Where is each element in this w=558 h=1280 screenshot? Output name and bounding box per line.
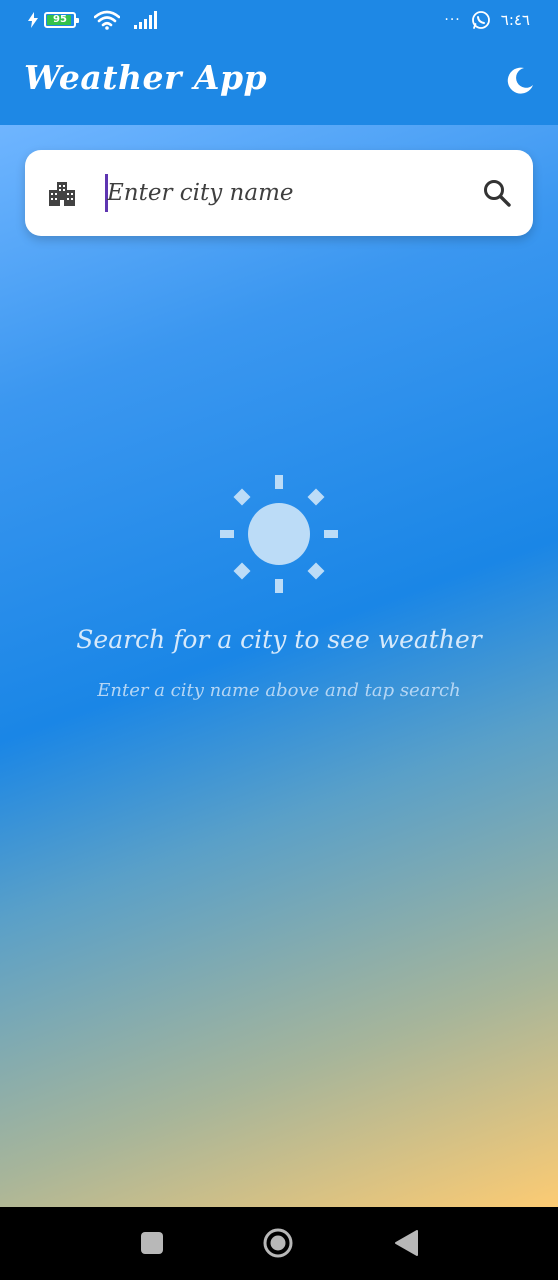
battery-icon: 95 bbox=[44, 12, 79, 28]
recent-apps-icon[interactable] bbox=[141, 1232, 163, 1254]
battery-level: 95 bbox=[53, 14, 67, 25]
status-bar: 95 ··· ٦:٤٦ bbox=[0, 0, 558, 44]
weather-app-screen: 95 ··· ٦:٤٦ Weather App Enter city name … bbox=[0, 0, 558, 1280]
status-clock: ٦:٤٦ bbox=[500, 11, 530, 29]
home-icon[interactable] bbox=[263, 1228, 293, 1258]
status-right-group: ··· ٦:٤٦ bbox=[444, 10, 530, 30]
app-title: Weather App bbox=[24, 58, 268, 97]
empty-state-title: Search for a city to see weather bbox=[76, 625, 482, 654]
moon-icon[interactable] bbox=[504, 65, 536, 97]
cellular-signal-icon bbox=[134, 11, 157, 29]
overflow-dots: ··· bbox=[444, 12, 461, 28]
wifi-icon bbox=[94, 10, 120, 30]
whatsapp-icon bbox=[471, 11, 490, 29]
search-icon[interactable] bbox=[481, 177, 513, 209]
android-navigation-bar bbox=[0, 1207, 558, 1280]
search-card bbox=[25, 150, 533, 236]
main-content: Search for a city to see weather Enter a… bbox=[0, 125, 558, 1207]
city-search-input[interactable] bbox=[107, 170, 467, 216]
city-buildings-icon bbox=[49, 182, 75, 206]
top-bar: 95 ··· ٦:٤٦ Weather App bbox=[0, 0, 558, 125]
charging-bolt-icon bbox=[28, 12, 38, 28]
status-left-group: 95 bbox=[28, 10, 160, 30]
empty-state-subtitle: Enter a city name above and tap search bbox=[97, 680, 461, 701]
back-icon[interactable] bbox=[393, 1229, 419, 1257]
sun-icon bbox=[220, 475, 338, 593]
